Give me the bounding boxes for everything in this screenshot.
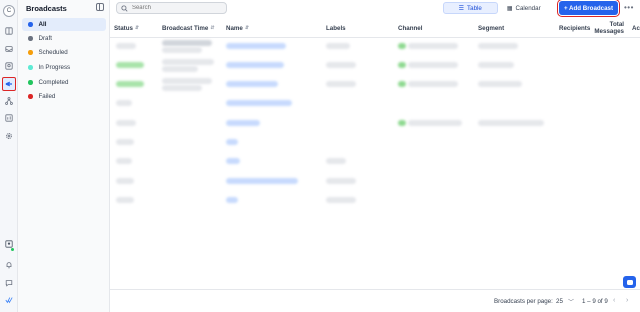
table-row[interactable]	[110, 37, 640, 55]
brand-icon[interactable]	[4, 295, 14, 305]
status-dot	[28, 50, 33, 55]
column-label: Status	[114, 24, 133, 32]
table-row[interactable]	[110, 75, 640, 93]
status-dot	[28, 65, 33, 70]
settings-icon[interactable]	[4, 131, 14, 141]
sort-icon: ⇵	[210, 24, 215, 31]
table-row[interactable]	[110, 191, 640, 209]
sort-icon: ⇵	[244, 24, 250, 31]
column-channel: Channel	[398, 18, 422, 38]
per-page-label: Broadcasts per page:	[494, 298, 553, 305]
table-row[interactable]	[110, 56, 640, 74]
sidebar-item-label: All	[38, 21, 47, 28]
table-row[interactable]	[110, 114, 640, 132]
bell-icon[interactable]	[4, 260, 14, 270]
inbox-icon[interactable]	[4, 44, 14, 54]
column-name[interactable]: Name ⇵	[226, 18, 249, 38]
column-label: Broadcast Time	[162, 24, 209, 32]
status-dot	[28, 94, 33, 99]
avatar[interactable]: C	[3, 5, 15, 17]
sidebar-item-label: Draft	[38, 35, 52, 42]
sidebar-item-label: Completed	[38, 79, 69, 86]
table-view-button[interactable]: ☰ Table	[443, 2, 498, 14]
chat-widget-button[interactable]	[623, 276, 636, 288]
calendar-view-label: Calendar	[515, 4, 541, 12]
sort-icon: ⇵	[134, 24, 140, 31]
page-range: 1 – 9 of 9	[582, 298, 608, 305]
collapse-sidebar-icon[interactable]	[96, 3, 104, 11]
search-input[interactable]	[131, 5, 226, 11]
prev-page-icon[interactable]: ‹	[613, 297, 615, 304]
status-dot	[28, 22, 33, 27]
per-page-select[interactable]: 25	[556, 298, 563, 305]
column-broadcast-time[interactable]: Broadcast Time ⇵	[162, 18, 215, 38]
sidebar-item-label: Failed	[38, 93, 56, 100]
chat-icon	[626, 279, 633, 285]
view-toggle: ☰ Table ▦ Calendar	[443, 2, 550, 14]
table-row[interactable]	[110, 152, 640, 170]
table-header: Status ⇵ Broadcast Time ⇵ Name ⇵ Labels Cha…	[110, 18, 640, 38]
column-status[interactable]: Status ⇵	[114, 18, 139, 38]
list-icon: ☰	[458, 5, 465, 12]
sidebar-item-label: Scheduled	[38, 49, 68, 56]
column-label: Labels	[326, 24, 346, 32]
table-view-label: Table	[467, 4, 482, 12]
sidebar-title: Broadcasts	[26, 4, 67, 13]
online-status-dot	[11, 248, 14, 251]
column-label: Segment	[478, 24, 505, 32]
sidebar-item-all[interactable]: All	[22, 18, 106, 31]
column-actions: Ac	[632, 18, 640, 38]
column-total-messages: Total Messages	[594, 18, 624, 38]
sidebar-item-draft[interactable]: Draft	[22, 32, 106, 45]
column-label: Total	[609, 21, 624, 28]
broadcast-icon[interactable]	[2, 77, 16, 91]
column-labels: Labels	[326, 18, 346, 38]
status-dot	[28, 80, 33, 85]
add-broadcast-button[interactable]: + Add Broadcast	[557, 0, 620, 17]
reports-icon[interactable]	[4, 113, 14, 123]
column-label: Name	[226, 24, 243, 32]
status-dot	[28, 36, 33, 41]
search-icon	[121, 4, 128, 12]
help-icon[interactable]	[4, 278, 14, 288]
column-recipients: Recipients	[559, 18, 590, 38]
book-icon[interactable]	[4, 26, 14, 36]
sidebar-item-failed[interactable]: Failed	[22, 90, 106, 103]
contacts-icon[interactable]	[4, 61, 14, 71]
table-footer: Broadcasts per page: 25 ﹀ 1 – 9 of 9 ‹ ›	[110, 289, 640, 312]
table-row[interactable]	[110, 133, 640, 151]
table-row[interactable]	[110, 172, 640, 190]
sidebar-item-scheduled[interactable]: Scheduled	[22, 46, 106, 59]
next-page-icon[interactable]: ›	[626, 297, 628, 304]
chevron-down-icon[interactable]: ﹀	[568, 297, 574, 306]
workflow-icon[interactable]	[4, 96, 14, 106]
column-segment: Segment	[478, 18, 504, 38]
column-label: Recipients	[559, 24, 591, 32]
sidebar-item-in-progress[interactable]: In Progress	[22, 61, 106, 74]
search-box[interactable]	[116, 2, 227, 14]
sidebar-item-completed[interactable]: Completed	[22, 76, 106, 89]
column-label: Messages	[594, 28, 624, 35]
column-label: Ac	[632, 24, 640, 32]
more-options-icon[interactable]: •••	[624, 3, 634, 12]
calendar-icon: ▦	[506, 5, 513, 12]
calendar-view-button[interactable]: ▦ Calendar	[498, 2, 551, 14]
column-label: Channel	[398, 24, 423, 32]
icon-rail: C	[0, 0, 18, 312]
broadcasts-sidebar: Broadcasts All Draft Scheduled In Progre…	[18, 0, 110, 312]
table-row[interactable]	[110, 94, 640, 112]
sidebar-item-label: In Progress	[38, 64, 71, 71]
